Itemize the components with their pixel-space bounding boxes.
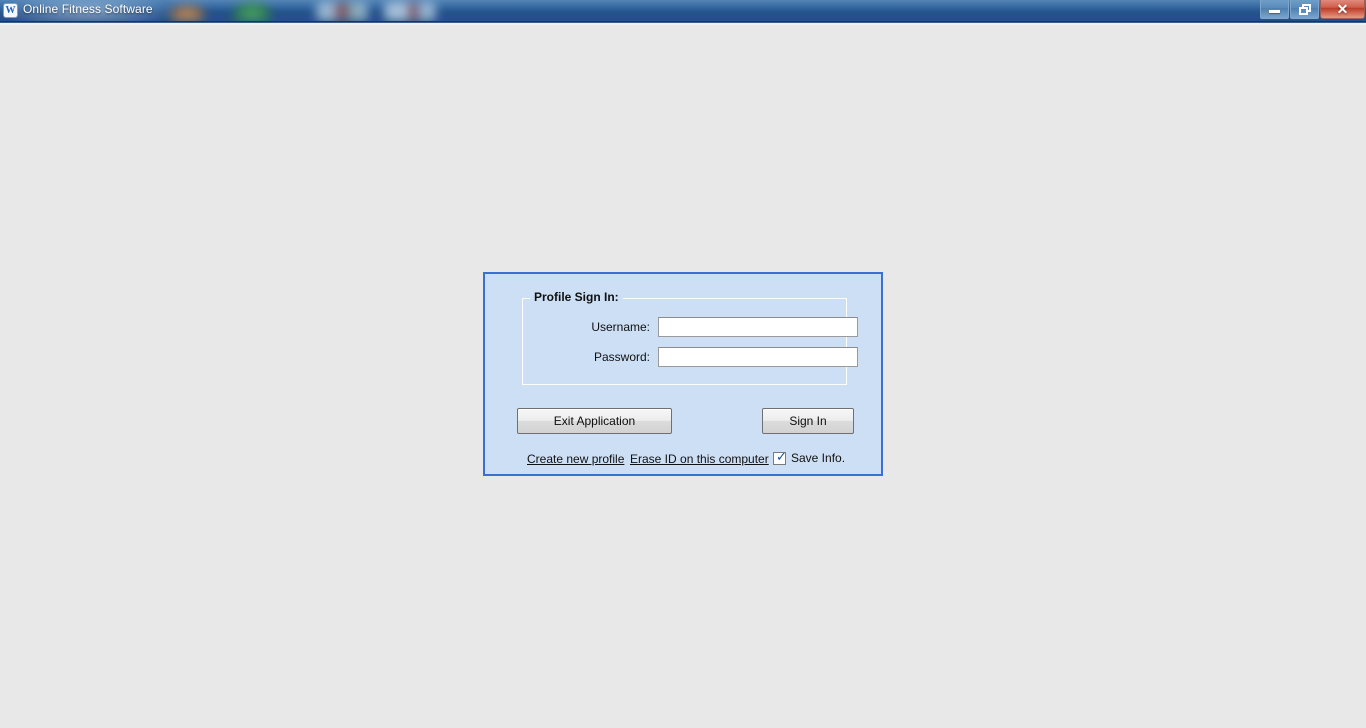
save-info-checkbox-group[interactable]: ✓ Save Info.: [773, 451, 845, 465]
create-new-profile-link[interactable]: Create new profile: [527, 452, 624, 466]
exit-application-button[interactable]: Exit Application: [517, 408, 672, 434]
restore-button[interactable]: [1290, 0, 1319, 19]
titlebar-sheen: [0, 0, 1366, 9]
app-logo-icon[interactable]: W: [3, 3, 18, 18]
username-row: Username:: [523, 317, 858, 337]
minimize-icon: [1269, 10, 1280, 13]
title-bar: W Online Fitness Software ✕: [0, 0, 1366, 21]
username-label: Username:: [591, 320, 650, 334]
login-panel: Profile Sign In: Username: Password: Exi…: [483, 272, 883, 476]
restore-icon: [1298, 3, 1311, 15]
save-info-label: Save Info.: [791, 451, 846, 465]
window-controls: ✕: [1260, 0, 1365, 20]
application-window: W Online Fitness Software ✕ Profile Sign…: [0, 0, 1366, 728]
client-area: Profile Sign In: Username: Password: Exi…: [0, 25, 1366, 728]
window-title: Online Fitness Software: [23, 2, 153, 16]
password-input[interactable]: [658, 347, 858, 367]
erase-id-link[interactable]: Erase ID on this computer: [630, 452, 769, 466]
minimize-button[interactable]: [1260, 0, 1289, 19]
password-row: Password:: [523, 347, 858, 367]
desktop-blur-icon-window-2: [384, 2, 436, 21]
sign-in-button[interactable]: Sign In: [762, 408, 854, 434]
username-input[interactable]: [658, 317, 858, 337]
close-icon: ✕: [1336, 1, 1349, 17]
desktop-blur-icon-window-1: [316, 2, 368, 21]
desktop-blur-icon-green: [232, 0, 272, 21]
desktop-blur-icon-orange: [168, 4, 206, 21]
checkmark-icon: ✓: [776, 449, 787, 465]
login-options-row: Create new profile Erase ID on this comp…: [485, 451, 881, 468]
profile-signin-groupbox: Profile Sign In: Username: Password:: [522, 290, 858, 385]
groupbox-legend: Profile Sign In:: [530, 290, 623, 304]
close-button[interactable]: ✕: [1320, 0, 1365, 19]
password-label: Password:: [593, 350, 650, 364]
save-info-checkbox[interactable]: ✓: [773, 449, 787, 465]
